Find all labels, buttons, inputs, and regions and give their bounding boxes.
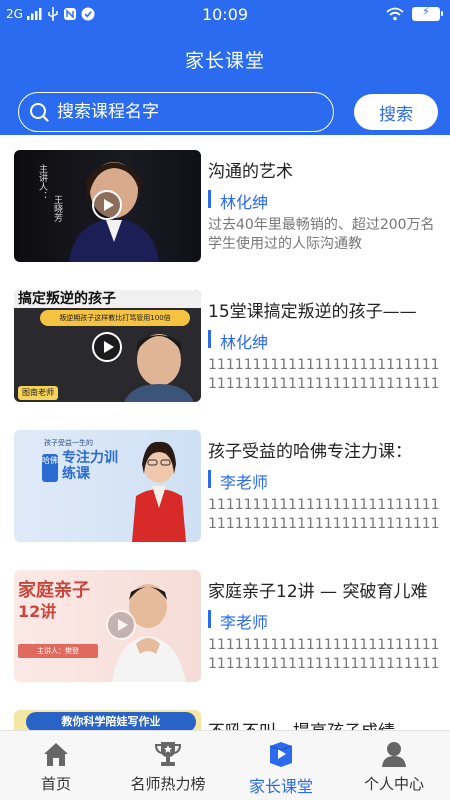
teacher-accent-bar [208, 330, 211, 348]
teacher-tag: 图南老师 [18, 386, 58, 400]
course-thumbnail: 搞定叛逆的孩子 叛逆期孩子这样教比打骂管用100倍 图南老师 [14, 290, 201, 402]
course-thumbnail: 主讲人： 王晓芳 [14, 150, 201, 262]
course-item[interactable]: 教你科学陪娃写作业 不吼不叫，提高孩子成绩 [0, 695, 450, 730]
search-button[interactable]: 搜索 [354, 94, 438, 130]
course-description: 1111111111111111111111111111111111111111… [208, 357, 440, 396]
course-item[interactable]: 家庭亲子 12讲 主讲人：樊登 家庭亲子12讲 — 突破育儿难 李老师 1111… [0, 555, 450, 695]
home-icon [44, 743, 68, 766]
battery-icon: ⚡ [412, 5, 443, 21]
tab-home[interactable]: 首页 [0, 731, 112, 800]
course-title: 家庭亲子12讲 — 突破育儿难 [208, 582, 428, 602]
play-icon[interactable] [92, 190, 122, 220]
course-thumbnail: 家庭亲子 12讲 主讲人：樊登 [14, 570, 201, 682]
trophy-icon [154, 742, 182, 766]
course-teacher: 李老师 [220, 613, 269, 632]
play-icon[interactable] [92, 332, 122, 362]
course-description: 1111111111111111111111111111111111111111… [208, 497, 440, 536]
clock: 10:09 [201, 5, 249, 24]
tab-label: 个人中心 [363, 775, 424, 793]
course-list: 主讲人： 王晓芳 沟通的艺术 林化绅 过去40年里最畅销的、超过200万名学生使… [0, 135, 450, 730]
search-input[interactable] [57, 93, 327, 130]
status-right: ⚡ [386, 5, 443, 21]
teacher-accent-bar [208, 470, 211, 488]
wifi-icon [386, 7, 404, 21]
person-icon [382, 742, 406, 767]
thumb-caption-line: 王晓芳 [52, 195, 62, 222]
thumb-caption-line: 主讲人： [37, 164, 47, 200]
tab-label: 家长课堂 [248, 777, 313, 796]
thumb-caption: 王晓芳 [51, 195, 64, 222]
tab-parent-classroom[interactable]: 家长课堂 [225, 731, 337, 800]
tab-profile[interactable]: 个人中心 [338, 731, 450, 800]
course-thumbnail: 孩子受益一生的 哈佛 专注力训练课 [14, 430, 201, 542]
thumb-caption: 主讲人： [36, 164, 47, 200]
course-teacher: 林化绅 [220, 193, 269, 212]
course-teacher: 林化绅 [220, 333, 269, 352]
course-title: 沟通的艺术 [208, 162, 293, 182]
course-title: 孩子受益的哈佛专注力课： [208, 442, 412, 462]
battery-charging-label: ⚡ [422, 5, 430, 18]
course-teacher: 李老师 [220, 473, 269, 492]
app-header: 家长课堂 搜索 [0, 30, 450, 135]
page-title: 家长课堂 [184, 50, 265, 72]
thumb-caption-line: 教你科学陪娃写作业 [61, 715, 161, 728]
tab-label: 名师热力榜 [130, 775, 206, 793]
teacher-accent-bar [208, 190, 211, 208]
teacher-accent-bar [208, 610, 211, 628]
status-bar: 2G 10:09 ⚡ [0, 0, 450, 30]
course-description: 1111111111111111111111111111111111111111… [208, 637, 440, 676]
course-item[interactable]: 孩子受益一生的 哈佛 专注力训练课 孩子受益的哈佛专注力课： 李老师 11111… [0, 415, 450, 555]
tab-label: 首页 [40, 775, 71, 793]
bottom-tab-bar: 首页 名师热力榜 家长课堂 个人中心 [0, 730, 450, 800]
course-thumbnail: 教你科学陪娃写作业 [14, 710, 201, 730]
thumb-headline: 教你科学陪娃写作业 [26, 712, 196, 730]
course-title: 15堂课搞定叛逆的孩子—— [208, 302, 417, 322]
thumb-caption-line: 图南老师 [22, 388, 54, 397]
course-item[interactable]: 主讲人： 王晓芳 沟通的艺术 林化绅 过去40年里最畅销的、超过200万名学生使… [0, 135, 450, 275]
course-item[interactable]: 搞定叛逆的孩子 叛逆期孩子这样教比打骂管用100倍 图南老师 15堂课搞定叛逆的… [0, 275, 450, 415]
course-description: 过去40年里最畅销的、超过200万名学生使用过的人际沟通教 [208, 217, 435, 252]
play-icon[interactable] [106, 610, 136, 640]
tab-famous-teachers[interactable]: 名师热力榜 [112, 731, 224, 800]
search-icon [30, 103, 49, 122]
course-title: 不吼不叫，提高孩子成绩 [208, 717, 444, 730]
search-box[interactable] [18, 92, 334, 132]
play-book-icon [269, 742, 293, 767]
